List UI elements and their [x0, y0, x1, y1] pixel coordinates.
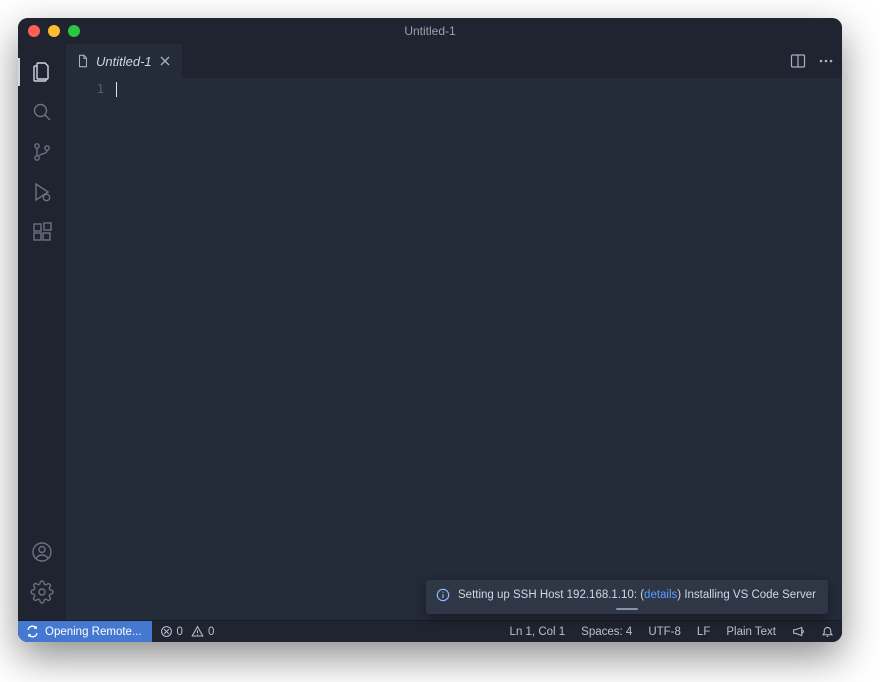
tab-close-button[interactable] [158, 54, 172, 68]
status-bar: Opening Remote... 0 0 Ln 1, Col 1 Spaces… [18, 620, 842, 642]
more-actions-button[interactable] [818, 53, 834, 69]
warning-icon [191, 625, 204, 638]
minimize-window-button[interactable] [48, 25, 60, 37]
source-control-tab[interactable] [18, 132, 66, 172]
notifications-button[interactable] [813, 621, 842, 642]
eol-button[interactable]: LF [689, 621, 718, 642]
window-title: Untitled-1 [18, 24, 842, 38]
app-window: Untitled-1 [18, 18, 842, 642]
split-editor-button[interactable] [790, 53, 806, 69]
activity-bar [18, 44, 66, 620]
split-icon [790, 53, 806, 69]
notification-toast[interactable]: Setting up SSH Host 192.168.1.10: (detai… [426, 580, 828, 614]
megaphone-icon [792, 625, 805, 638]
editor-body[interactable]: 1 [66, 78, 842, 620]
extensions-tab[interactable] [18, 212, 66, 252]
search-icon [30, 100, 54, 124]
encoding-button[interactable]: UTF-8 [640, 621, 689, 642]
remote-status-text: Opening Remote... [45, 626, 142, 638]
files-icon [30, 60, 54, 84]
feedback-button[interactable] [784, 621, 813, 642]
editor-group: Untitled-1 [66, 44, 842, 620]
notification-details-link[interactable]: details [644, 589, 677, 601]
tab-actions [782, 44, 842, 78]
indentation-button[interactable]: Spaces: 4 [573, 621, 640, 642]
titlebar: Untitled-1 [18, 18, 842, 44]
ellipsis-icon [818, 53, 834, 69]
play-bug-icon [30, 180, 54, 204]
zoom-window-button[interactable] [68, 25, 80, 37]
line-number: 1 [66, 82, 104, 96]
info-icon [436, 588, 450, 602]
line-number-gutter: 1 [66, 78, 114, 620]
tab-title: Untitled-1 [96, 54, 152, 69]
extensions-icon [30, 220, 54, 244]
window-controls [28, 25, 80, 37]
problems-button[interactable]: 0 0 [152, 621, 223, 642]
run-debug-tab[interactable] [18, 172, 66, 212]
bell-icon [821, 625, 834, 638]
branch-icon [30, 140, 54, 164]
code-area[interactable] [114, 78, 842, 620]
remote-sync-icon [26, 625, 39, 638]
notification-text: Setting up SSH Host 192.168.1.10: (detai… [458, 589, 816, 601]
warning-count: 0 [208, 626, 214, 638]
error-count: 0 [177, 626, 183, 638]
explorer-tab[interactable] [18, 52, 66, 92]
error-icon [160, 625, 173, 638]
search-tab[interactable] [18, 92, 66, 132]
cursor-position[interactable]: Ln 1, Col 1 [502, 621, 574, 642]
accounts-button[interactable] [18, 532, 66, 572]
language-mode-button[interactable]: Plain Text [718, 621, 784, 642]
tab-bar: Untitled-1 [66, 44, 842, 78]
gear-icon [30, 580, 54, 604]
close-icon [158, 54, 172, 68]
text-cursor [116, 82, 117, 97]
editor-tab[interactable]: Untitled-1 [66, 44, 183, 78]
settings-button[interactable] [18, 572, 66, 612]
account-icon [30, 540, 54, 564]
file-icon [76, 54, 90, 68]
close-window-button[interactable] [28, 25, 40, 37]
main-area: Untitled-1 [18, 44, 842, 620]
remote-indicator[interactable]: Opening Remote... [18, 621, 152, 642]
